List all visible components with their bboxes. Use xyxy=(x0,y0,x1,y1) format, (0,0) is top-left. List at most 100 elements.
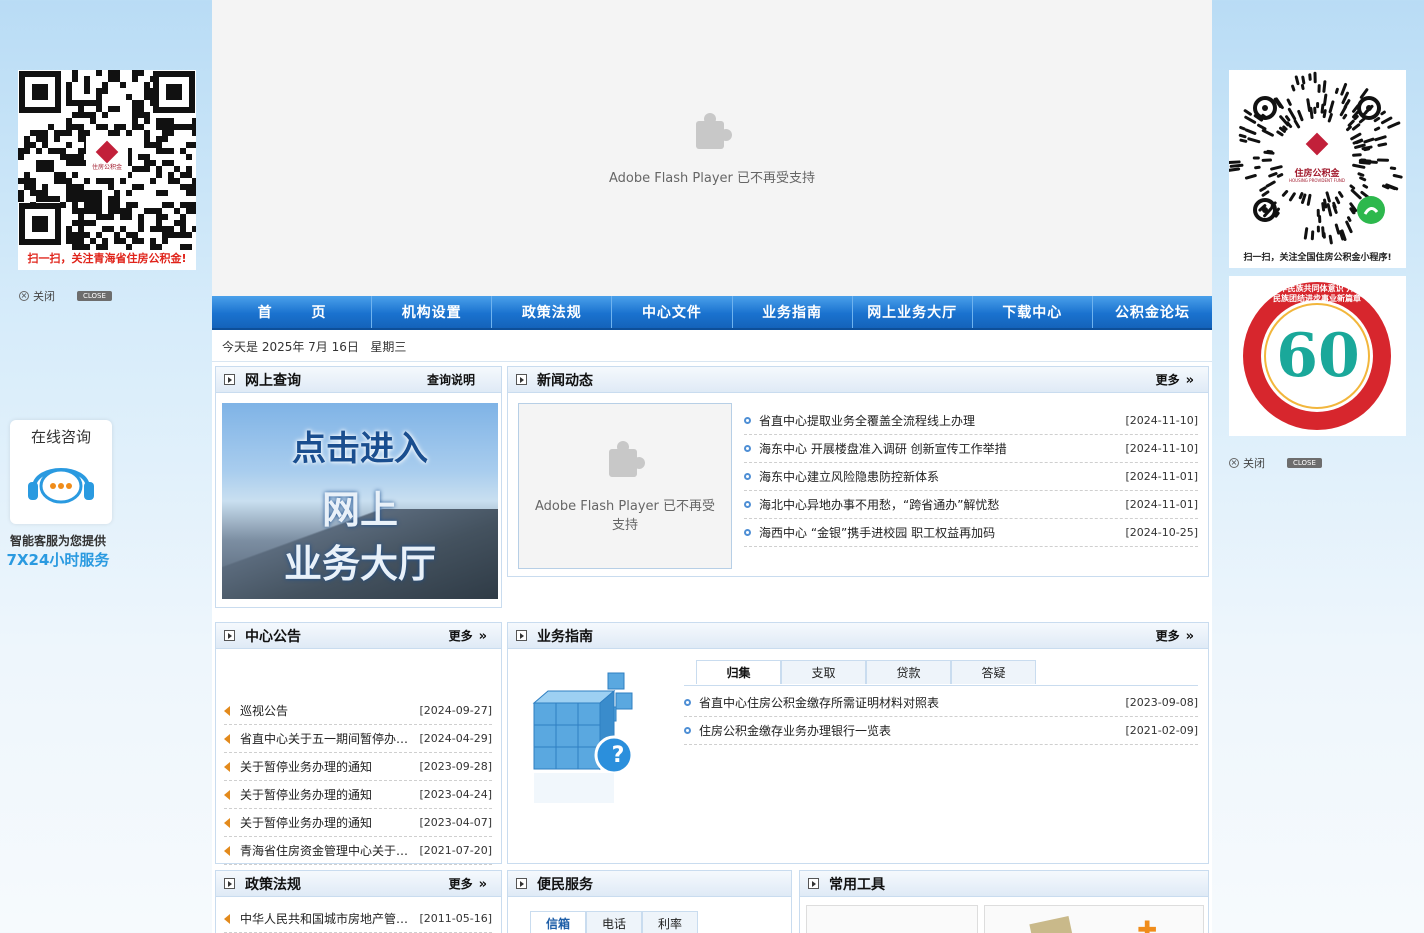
close-icon[interactable]: × xyxy=(19,291,29,301)
news-item-title[interactable]: 海东中心 开展楼盘准入调研 创新宣传工作举措 xyxy=(759,440,1119,457)
service-panel: 便民服务 信箱 电话 利率 xyxy=(507,870,792,933)
notice-more-label[interactable]: 更多 xyxy=(449,629,473,643)
nav-policy[interactable]: 政策法规 xyxy=(492,296,613,328)
list-item[interactable]: 海北中心异地办事不用愁，“跨省通办”解忧愁 [2024-11-01] xyxy=(744,491,1198,519)
help-question-mark-icon: ? xyxy=(611,743,625,768)
news-more-link[interactable]: 更多 » xyxy=(1156,371,1194,388)
guide-item-title[interactable]: 省直中心住房公积金缴存所需证明材料对照表 xyxy=(699,694,1119,711)
nav-business-guide[interactable]: 业务指南 xyxy=(733,296,853,328)
badge-number: 60 xyxy=(1276,321,1360,391)
consult-card[interactable]: 在线咨询 xyxy=(10,420,112,524)
news-item-title[interactable]: 省直中心提取业务全覆盖全流程线上办理 xyxy=(759,412,1119,429)
right-qr-code: 住房公积金 HOUSING PROVIDENT FUND 扫一扫，关注全国住房公… xyxy=(1226,70,1406,268)
policy-more-label[interactable]: 更多 xyxy=(449,877,473,891)
notice-item-date: [2024-09-27] xyxy=(419,704,492,717)
bullet-icon xyxy=(744,473,751,480)
list-item[interactable]: 海西中心 “金银”携手进校园 职工权益再加码 [2024-10-25] xyxy=(744,519,1198,547)
policy-item-title[interactable]: 中华人民共和国城市房地产管理法 xyxy=(240,910,413,927)
list-item[interactable]: 住房公积金缴存业务办理银行一览表 [2021-02-09] xyxy=(684,717,1198,745)
arrow-box-icon xyxy=(516,374,527,385)
news-list: 省直中心提取业务全覆盖全流程线上办理 [2024-11-10] 海东中心 开展楼盘… xyxy=(744,407,1198,547)
banner-line-3: 业务大厅 xyxy=(283,541,436,586)
nav-center-docs[interactable]: 中心文件 xyxy=(612,296,733,328)
headset-chat-icon xyxy=(28,468,94,504)
left-close-button[interactable]: CLOSE xyxy=(77,291,112,301)
right-qr-logo-sub: HOUSING PROVIDENT FUND xyxy=(1289,178,1345,183)
query-help-link[interactable]: 查询说明 xyxy=(427,371,475,388)
tab-mailbox[interactable]: 信箱 xyxy=(530,911,586,933)
consult-line2: 7X24小时服务 xyxy=(6,551,110,569)
tab-faq[interactable]: 答疑 xyxy=(951,660,1036,684)
arrow-box-icon xyxy=(516,878,527,889)
policy-item-date: [2011-05-16] xyxy=(419,912,492,925)
list-item[interactable]: 海东中心建立风险隐患防控新体系 [2024-11-01] xyxy=(744,463,1198,491)
main-container: Adobe Flash Player 已不再受支持 首页 机构设置 政策法规 中… xyxy=(212,0,1212,933)
notice-item-title[interactable]: 关于暂停业务办理的通知 xyxy=(240,814,413,831)
list-item[interactable]: 省直中心住房公积金缴存所需证明材料对照表 [2023-09-08] xyxy=(684,689,1198,717)
notice-item-title[interactable]: 关于暂停业务办理的通知 xyxy=(240,786,413,803)
double-chevron-icon: » xyxy=(1185,629,1194,644)
guide-tabs: 归集 支取 贷款 答疑 xyxy=(696,660,1036,684)
list-item[interactable]: 省直中心关于五一期间暂停办理业务的通知 [2024-04-29] xyxy=(224,725,492,753)
online-consult-widget[interactable]: 在线咨询 智能客服为您提供 7X24小时服务 xyxy=(6,420,116,570)
right-close-button[interactable]: CLOSE xyxy=(1287,458,1322,468)
tab-withdrawal[interactable]: 支取 xyxy=(781,660,866,684)
close-icon[interactable]: × xyxy=(1229,458,1239,468)
guide-item-date: [2023-09-08] xyxy=(1125,696,1198,709)
news-item-title[interactable]: 海东中心建立风险隐患防控新体系 xyxy=(759,468,1119,485)
nav-forum[interactable]: 公积金论坛 xyxy=(1093,296,1212,328)
online-hall-banner[interactable]: 点击进入 网上 业务大厅 xyxy=(222,403,498,599)
policy-more-link[interactable]: 更多 » xyxy=(449,875,487,892)
notice-item-date: [2023-04-07] xyxy=(419,816,492,829)
news-more-label[interactable]: 更多 xyxy=(1156,373,1180,387)
ethnic-unity-badge[interactable]: 60 铸牢中华民族共同体意识 开创青海民族团结进步事业新篇章 xyxy=(1229,276,1406,436)
guide-more-label[interactable]: 更多 xyxy=(1156,629,1180,643)
tab-collection[interactable]: 归集 xyxy=(696,660,781,684)
news-item-date: [2024-11-01] xyxy=(1125,498,1198,511)
left-qr-code: 住房公积金 扫一扫，关注青海省住房公积金! xyxy=(18,70,198,270)
news-title: 新闻动态 xyxy=(537,372,593,389)
right-close-label[interactable]: 关闭 xyxy=(1243,455,1265,471)
guide-more-link[interactable]: 更多 » xyxy=(1156,627,1194,644)
notice-item-title[interactable]: 巡视公告 xyxy=(240,702,413,719)
list-item[interactable]: 关于暂停业务办理的通知 [2023-04-07] xyxy=(224,809,492,837)
guide-header: 业务指南 更多 » xyxy=(508,623,1208,649)
left-qr-logo-text: 住房公积金 xyxy=(91,164,122,171)
notice-item-date: [2021-07-20] xyxy=(419,844,492,857)
right-qr-caption: 扫一扫，关注全国住房公积金小程序! xyxy=(1243,253,1392,263)
list-item[interactable]: 青海省住房资金管理中心关于调整住房公积金业务的通知 [2021-07-20] xyxy=(224,837,492,865)
notice-item-title[interactable]: 青海省住房资金管理中心关于调整住房公积金业务的通知 xyxy=(240,842,413,859)
right-close-bar[interactable]: × 关闭 CLOSE xyxy=(1229,455,1322,471)
consult-title: 在线咨询 xyxy=(30,428,91,446)
list-item[interactable]: 省直中心提取业务全覆盖全流程线上办理 [2024-11-10] xyxy=(744,407,1198,435)
notice-item-date: [2023-09-28] xyxy=(419,760,492,773)
triangle-bullet-icon xyxy=(224,817,230,828)
nav-downloads[interactable]: 下载中心 xyxy=(973,296,1093,328)
tab-phone[interactable]: 电话 xyxy=(586,911,642,933)
tool-card-1[interactable] xyxy=(806,905,978,933)
list-item[interactable]: 关于暂停业务办理的通知 [2023-09-28] xyxy=(224,753,492,781)
guide-item-title[interactable]: 住房公积金缴存业务办理银行一览表 xyxy=(699,722,1119,739)
nav-organization[interactable]: 机构设置 xyxy=(372,296,493,328)
tab-loan[interactable]: 贷款 xyxy=(866,660,951,684)
list-item[interactable]: 中华人民共和国城市房地产管理法 [2011-05-16] xyxy=(224,905,492,933)
tab-rates[interactable]: 利率 xyxy=(642,911,698,933)
notice-item-date: [2023-04-24] xyxy=(419,788,492,801)
notice-item-title[interactable]: 关于暂停业务办理的通知 xyxy=(240,758,413,775)
news-item-title[interactable]: 海北中心异地办事不用愁，“跨省通办”解忧愁 xyxy=(759,496,1119,513)
cubes-help-illustration xyxy=(532,672,634,803)
list-item[interactable]: 关于暂停业务办理的通知 [2023-04-24] xyxy=(224,781,492,809)
nav-online-hall[interactable]: 网上业务大厅 xyxy=(853,296,973,328)
left-close-label[interactable]: 关闭 xyxy=(33,288,55,304)
news-item-title[interactable]: 海西中心 “金银”携手进校园 职工权益再加码 xyxy=(759,524,1119,541)
list-item[interactable]: 巡视公告 [2024-09-27] xyxy=(224,697,492,725)
triangle-bullet-icon xyxy=(224,913,230,924)
nav-home[interactable]: 首页 xyxy=(212,296,373,328)
left-close-bar[interactable]: × 关闭 CLOSE xyxy=(19,288,112,304)
list-item[interactable]: 海东中心 开展楼盘准入调研 创新宣传工作举措 [2024-11-10] xyxy=(744,435,1198,463)
notice-item-title[interactable]: 省直中心关于五一期间暂停办理业务的通知 xyxy=(240,730,413,747)
notice-more-link[interactable]: 更多 » xyxy=(449,627,487,644)
bullet-icon xyxy=(684,699,691,706)
guide-list: 省直中心住房公积金缴存所需证明材料对照表 [2023-09-08] 住房公积金缴存… xyxy=(684,689,1198,745)
tool-card-2[interactable]: ✚ xyxy=(984,905,1204,933)
